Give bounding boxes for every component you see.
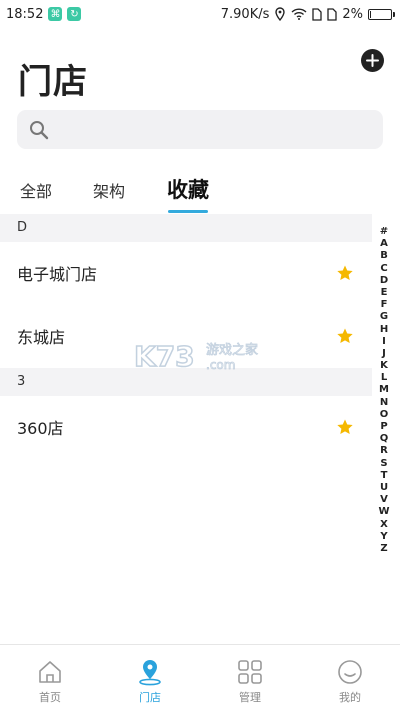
nav-label: 我的: [339, 691, 361, 704]
battery-percent: 2%: [342, 6, 363, 22]
index-letter[interactable]: J: [382, 348, 386, 360]
index-letter[interactable]: B: [380, 250, 388, 262]
index-letter[interactable]: S: [380, 458, 387, 470]
page-title: 门店: [18, 62, 88, 102]
battery-icon: [368, 8, 395, 20]
search-input[interactable]: [57, 120, 357, 139]
list-item[interactable]: 电子城门店: [0, 242, 372, 304]
index-letter[interactable]: D: [380, 275, 388, 287]
index-letter[interactable]: Y: [380, 531, 387, 543]
watermark-text: 游戏之家: [206, 342, 258, 358]
list-item[interactable]: 360店: [0, 396, 372, 458]
index-letter[interactable]: X: [380, 519, 388, 531]
k73-watermark-logo: K73 游戏之家 .com: [132, 336, 272, 376]
store-name: 360店: [17, 419, 64, 438]
index-letter[interactable]: I: [382, 336, 386, 348]
index-letter[interactable]: H: [380, 324, 388, 336]
network-speed: 7.90K/s: [220, 6, 270, 22]
index-letter[interactable]: W: [378, 506, 389, 518]
tab-favorites[interactable]: 收藏: [167, 174, 209, 204]
watermark-domain: .com: [206, 358, 235, 372]
search-bar[interactable]: [17, 110, 383, 149]
tab-all[interactable]: 全部: [20, 178, 52, 202]
index-letter[interactable]: E: [381, 287, 388, 299]
star-icon[interactable]: [336, 327, 354, 345]
nav-home[interactable]: 首页: [0, 645, 100, 711]
index-letter[interactable]: U: [380, 482, 388, 494]
tab-bar: 全部 架构 收藏: [0, 172, 400, 214]
nav-mine[interactable]: 我的: [300, 645, 400, 711]
add-store-button[interactable]: [361, 49, 384, 72]
index-letter[interactable]: L: [381, 372, 387, 384]
nav-manage[interactable]: 管理: [200, 645, 300, 711]
star-icon[interactable]: [336, 418, 354, 436]
section-header-d: D: [0, 214, 372, 242]
wifi-icon: [291, 8, 307, 20]
bottom-nav: 首页 门店 管理 我的: [0, 644, 400, 711]
index-letter[interactable]: K: [380, 360, 388, 372]
status-time: 18:52: [6, 6, 44, 22]
store-name: 东城店: [17, 328, 66, 347]
location-pin-icon: [139, 660, 161, 686]
index-letter[interactable]: R: [380, 445, 388, 457]
index-letter[interactable]: V: [380, 494, 388, 506]
nav-stores[interactable]: 门店: [100, 645, 200, 711]
smiley-icon: [338, 660, 362, 684]
alphabet-index[interactable]: # A B C D E F G H I J K L M N O P Q R S T U V W X Y Z: [377, 226, 391, 555]
app-notification-icon: ⌘: [48, 7, 63, 21]
index-letter[interactable]: G: [380, 311, 388, 323]
search-icon: [30, 120, 49, 139]
sim-card-icon: [327, 7, 338, 21]
store-name: 电子城门店: [17, 265, 98, 284]
index-letter[interactable]: T: [381, 470, 388, 482]
index-letter[interactable]: Q: [380, 433, 389, 445]
sync-notification-icon: ↻: [67, 7, 82, 21]
index-letter[interactable]: A: [380, 238, 388, 250]
index-letter[interactable]: C: [380, 263, 387, 275]
index-letter[interactable]: #: [380, 226, 388, 238]
star-icon[interactable]: [336, 264, 354, 282]
nav-label: 管理: [239, 691, 261, 704]
location-status-icon: [274, 7, 286, 21]
sim-card-icon: [312, 7, 323, 21]
watermark-logo-text: K73: [134, 340, 195, 373]
home-icon: [39, 661, 61, 683]
nav-label: 门店: [139, 691, 161, 704]
tab-indicator: [168, 210, 208, 213]
index-letter[interactable]: F: [381, 299, 388, 311]
grid-icon: [238, 660, 262, 684]
index-letter[interactable]: N: [380, 397, 388, 409]
plus-icon: [366, 54, 379, 67]
status-bar: 18:52 ⌘ ↻ 7.90K/s 2%: [0, 0, 400, 28]
index-letter[interactable]: Z: [380, 543, 387, 555]
index-letter[interactable]: M: [379, 384, 389, 396]
nav-label: 首页: [39, 691, 61, 704]
index-letter[interactable]: O: [380, 409, 389, 421]
tab-structure[interactable]: 架构: [93, 178, 125, 202]
index-letter[interactable]: P: [380, 421, 387, 433]
